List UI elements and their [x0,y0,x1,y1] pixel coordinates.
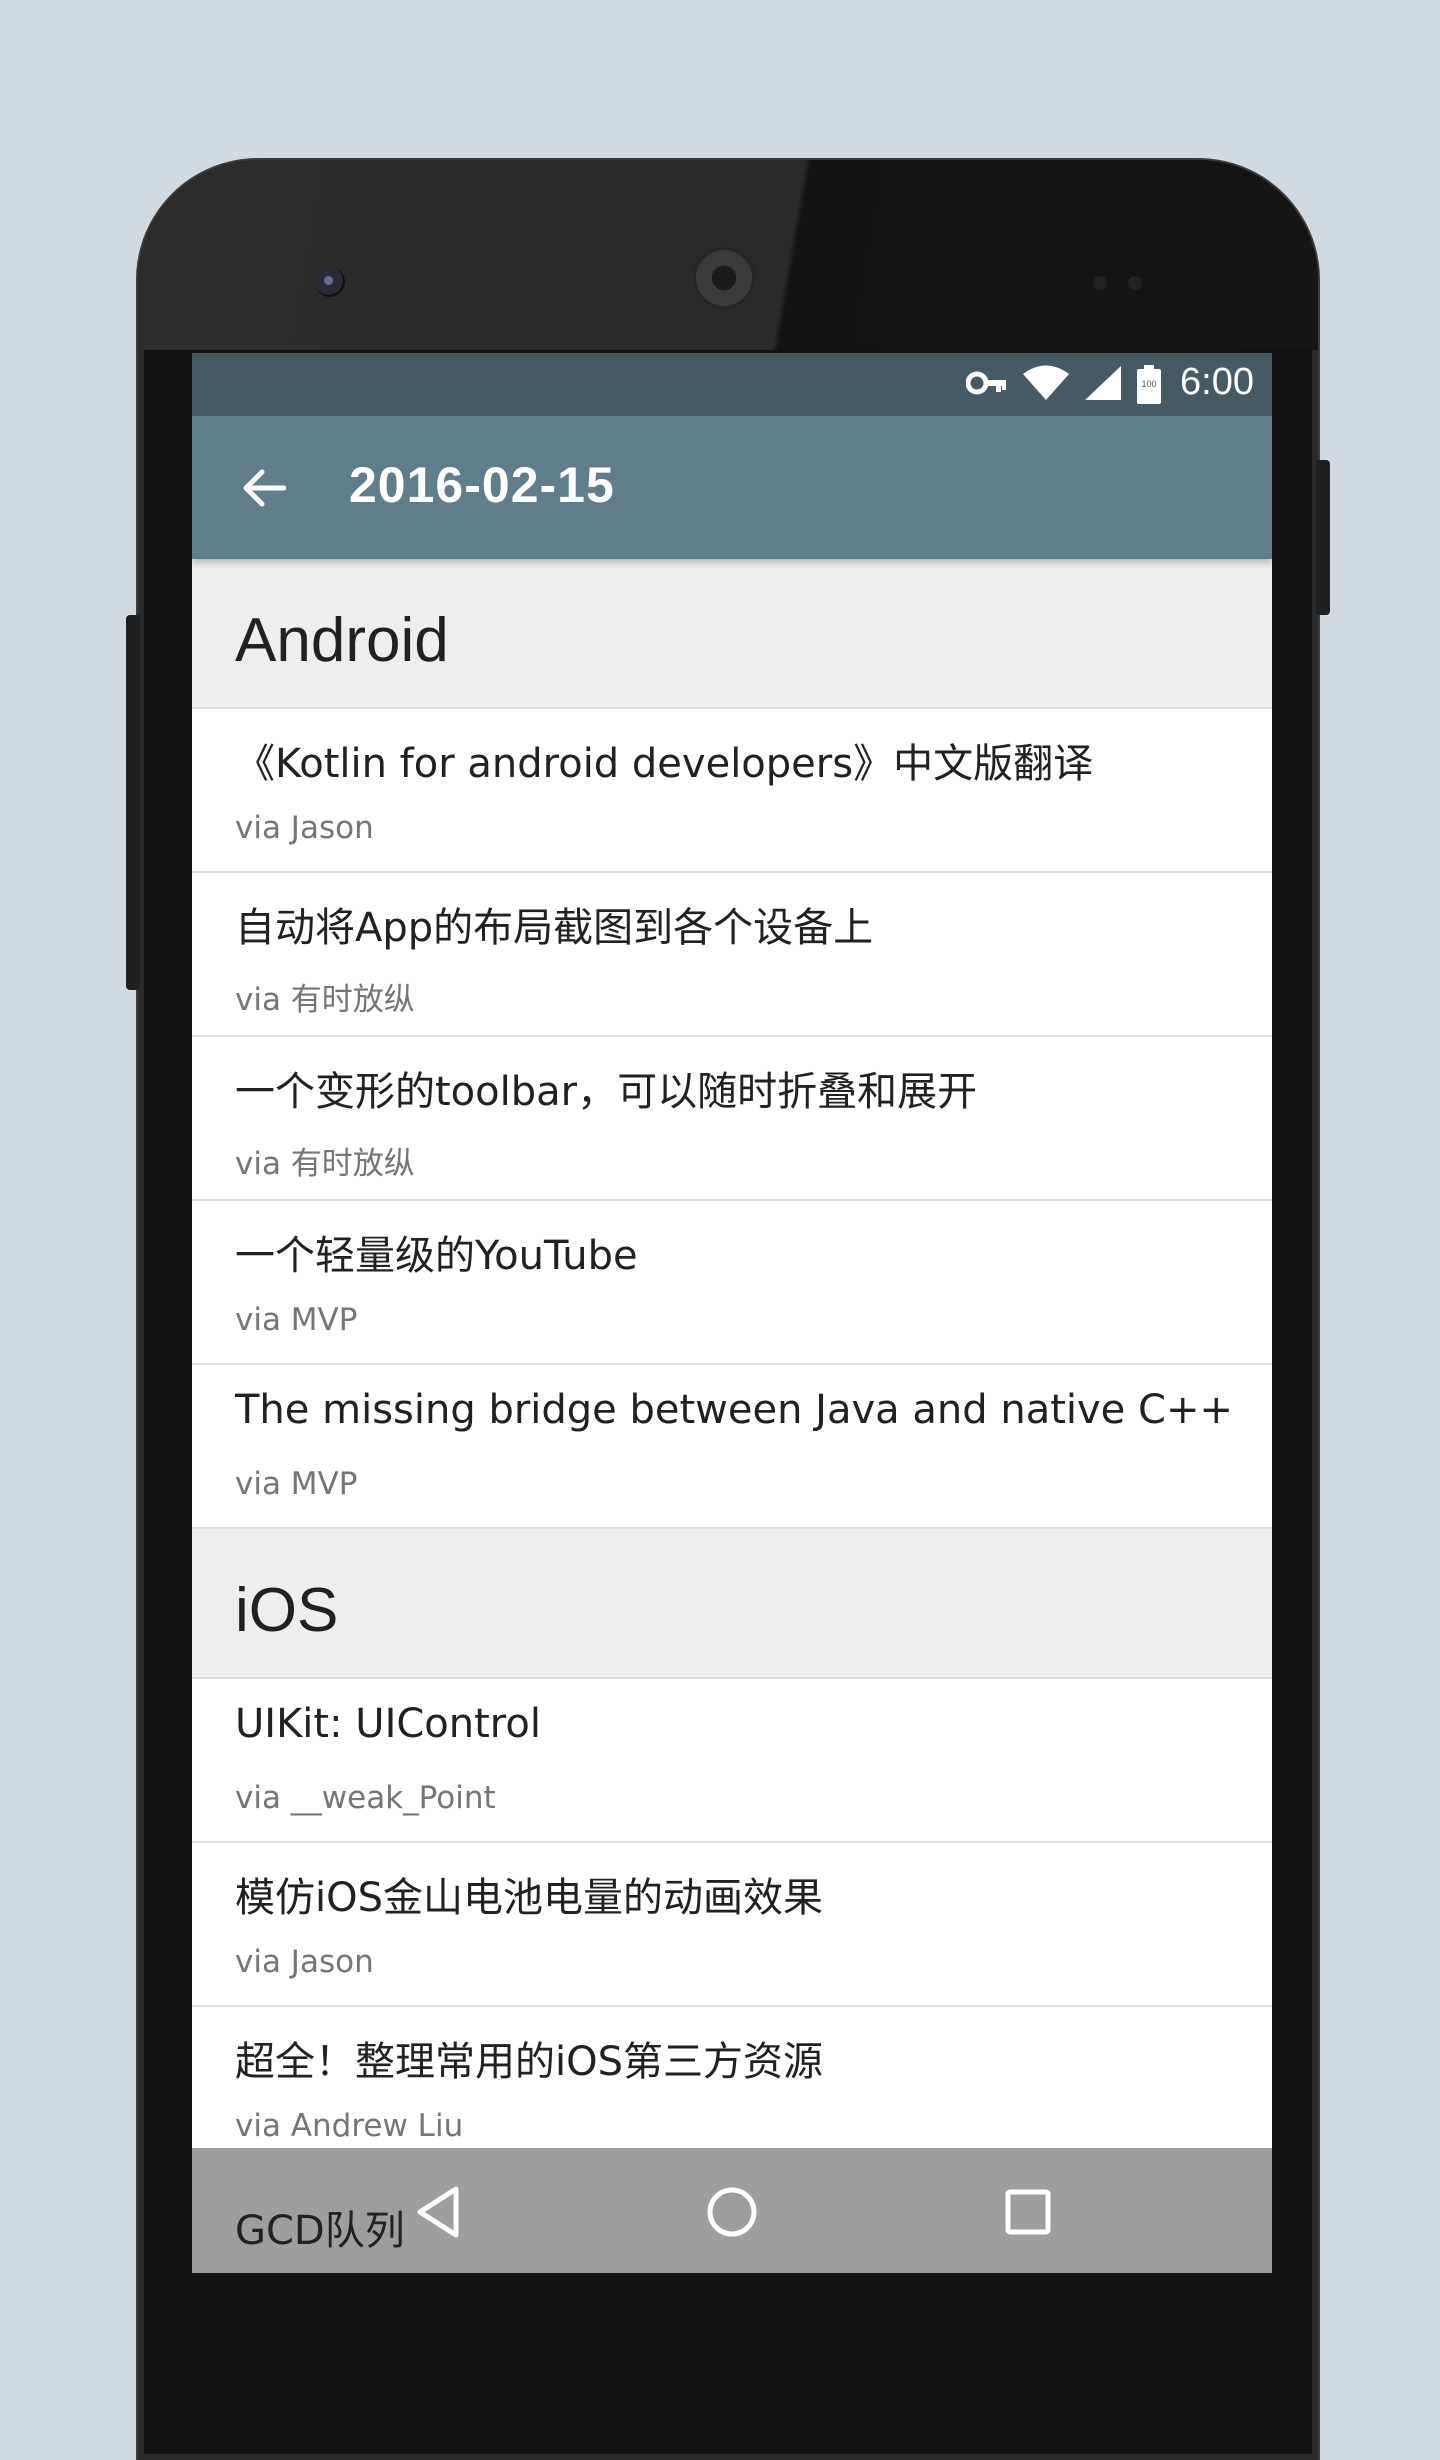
light-sensor [1128,276,1142,290]
item-via: via Jason [235,810,374,846]
item-via: via __weak_Point [235,1780,496,1816]
item-via: via MVP [235,1302,358,1338]
status-time: 6:00 [1180,361,1254,403]
arrow-left-icon [243,469,286,507]
battery-level-text: 100 [1141,379,1157,389]
nav-home-icon [707,2187,757,2237]
item-title: 自动将App的布局截图到各个设备上 [235,905,874,951]
list-item[interactable]: UIKit: UIControl via __weak_Point [192,1679,1272,1843]
item-title: 《Kotlin for android developers》中文版翻译 [235,741,1094,787]
item-title: 模仿iOS金山电池电量的动画效果 [235,1875,823,1921]
list-item[interactable]: 自动将App的布局截图到各个设备上 via 有时放纵 [192,873,1272,1037]
list-item[interactable]: 超全！整理常用的iOS第三方资源 via Andrew Liu [192,2007,1272,2171]
app-bar: 2016-02-15 [192,416,1272,559]
nav-back-button[interactable] [402,2176,474,2248]
navigation-bar: GCD队列 [192,2148,1272,2273]
front-camera [315,267,345,297]
status-bar: 100 6:00 [192,353,1272,416]
vpn-key-icon [965,370,1008,400]
item-title: 一个轻量级的YouTube [235,1233,638,1279]
earpiece-speaker [696,250,752,306]
page-title: 2016-02-15 [349,457,615,513]
cell-signal-icon [1084,365,1122,405]
list-item[interactable]: 模仿iOS金山电池电量的动画效果 via Jason [192,1843,1272,2007]
item-via: via MVP [235,1466,358,1502]
back-button[interactable] [232,456,296,520]
nav-recents-icon [1005,2189,1051,2235]
list-item[interactable]: 一个变形的toolbar，可以随时折叠和展开 via 有时放纵 [192,1037,1272,1201]
section-title: Android [235,606,449,675]
item-title: The missing bridge between Java and nati… [235,1387,1233,1433]
volume-button [126,615,140,990]
item-title: 超全！整理常用的iOS第三方资源 [235,2039,823,2085]
list-item[interactable]: The missing bridge between Java and nati… [192,1365,1272,1529]
section-header-ios: iOS [192,1529,1272,1679]
wifi-icon [1022,365,1070,405]
nav-recents-button[interactable] [992,2176,1064,2248]
item-title: 一个变形的toolbar，可以随时折叠和展开 [235,1069,978,1115]
list-item[interactable]: 《Kotlin for android developers》中文版翻译 via… [192,709,1272,873]
item-title: UIKit: UIControl [235,1701,541,1747]
screen: 100 6:00 2016-02-15 Android 《Kotlin for … [192,353,1272,2273]
item-via: via 有时放纵 [235,1146,415,1182]
status-icons: 100 [965,365,1162,405]
battery-icon: 100 [1136,365,1162,405]
nav-back-icon [417,2186,459,2238]
section-header-android: Android [192,559,1272,709]
item-via: via Andrew Liu [235,2108,464,2144]
proximity-sensor [1093,276,1107,290]
nav-home-button[interactable] [696,2176,768,2248]
item-via: via 有时放纵 [235,982,415,1018]
next-item-title-peek: GCD队列 [235,2208,405,2254]
list-item[interactable]: 一个轻量级的YouTube via MVP [192,1201,1272,1365]
item-via: via Jason [235,1944,374,1980]
power-button [1316,460,1330,615]
article-list: Android 《Kotlin for android developers》中… [192,559,1272,2171]
section-title: iOS [235,1576,339,1645]
